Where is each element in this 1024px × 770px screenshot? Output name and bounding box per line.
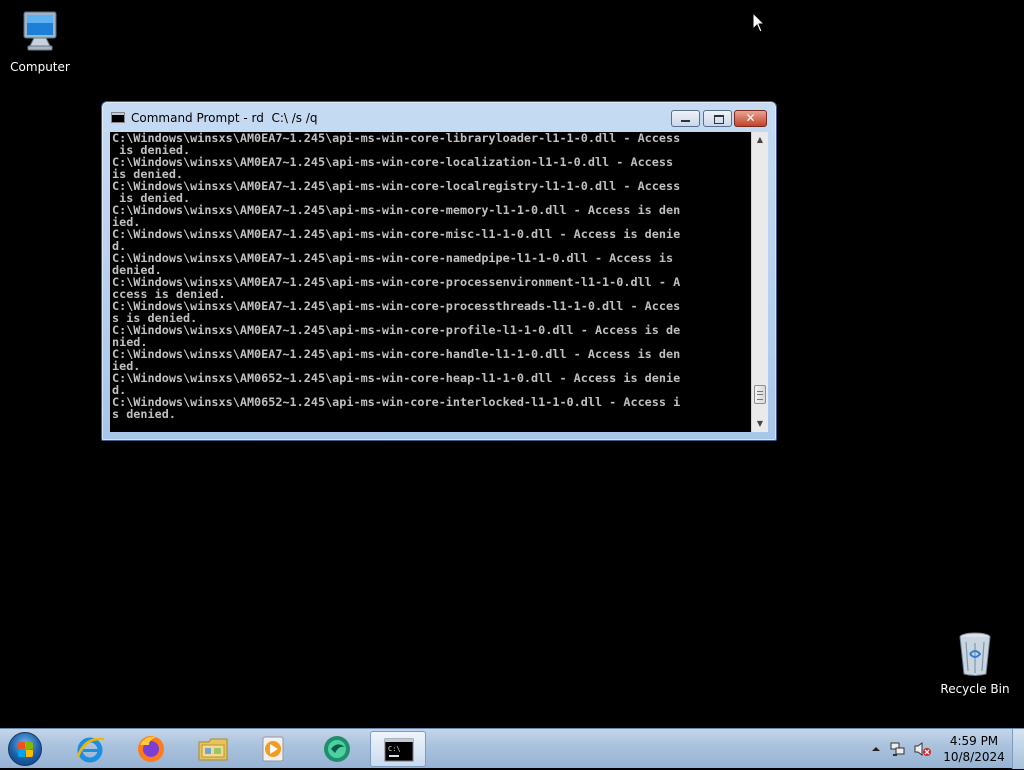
console-text: C:\Windows\winsxs\AM0EA7~1.245\api-ms-wi… [112,132,681,421]
windows-logo-icon [8,732,42,766]
desktop-icon-computer[interactable]: Computer [0,8,80,74]
show-hidden-icons-arrow-icon[interactable] [868,741,884,757]
desktop: Computer Recycle Bin Command Prompt - rd… [0,0,1024,728]
vertical-scrollbar[interactable]: ▲ ▼ [751,132,768,432]
desktop-icon-recycle-bin[interactable]: Recycle Bin [935,630,1015,696]
console-output[interactable]: C:\Windows\winsxs\AM0EA7~1.245\api-ms-wi… [110,132,751,432]
window-title: Command Prompt - rd C:\ /s /q [131,111,318,125]
network-icon[interactable] [890,741,906,757]
taskbar-media-player[interactable] [246,731,302,767]
command-prompt-icon [111,112,125,123]
command-prompt-icon: C:\ [383,734,415,766]
system-clock[interactable]: 4:59 PM 10/8/2024 [936,733,1012,765]
command-prompt-window[interactable]: Command Prompt - rd C:\ /s /q ✕ C:\Windo… [101,101,777,441]
folder-icon [197,733,229,765]
mouse-cursor [752,11,766,34]
maximize-icon [714,115,724,124]
taskbar-browser-app[interactable] [309,731,365,767]
clock-date: 10/8/2024 [943,750,1005,764]
browser-app-icon [321,733,353,765]
maximize-button[interactable] [703,110,732,127]
window-titlebar[interactable]: Command Prompt - rd C:\ /s /q ✕ [102,102,776,132]
taskbar-command-prompt[interactable]: C:\ [370,731,426,767]
clock-time: 4:59 PM [949,734,999,748]
recycle-bin-icon [951,630,999,678]
scroll-down-arrow-icon[interactable]: ▼ [752,416,768,432]
taskbar-firefox[interactable] [123,731,179,767]
close-button[interactable]: ✕ [734,110,767,127]
taskbar-internet-explorer[interactable] [62,731,118,767]
minimize-icon [681,120,690,122]
svg-text:C:\: C:\ [388,745,401,753]
start-button[interactable] [6,731,46,767]
volume-muted-icon[interactable] [914,741,931,757]
close-icon: ✕ [745,111,756,125]
taskbar: C:\ 4:59 PM 10/8/2024 [0,728,1024,769]
media-player-icon [258,733,290,765]
scrollbar-thumb[interactable] [754,385,766,404]
minimize-button[interactable] [671,110,700,127]
computer-icon [16,8,64,56]
scroll-up-arrow-icon[interactable]: ▲ [752,132,768,148]
show-desktop-button[interactable] [1012,729,1024,769]
firefox-icon [135,733,167,765]
desktop-icon-label: Computer [10,60,70,74]
desktop-icon-label: Recycle Bin [940,682,1010,696]
internet-explorer-icon [74,733,106,765]
taskbar-windows-explorer[interactable] [185,731,241,767]
